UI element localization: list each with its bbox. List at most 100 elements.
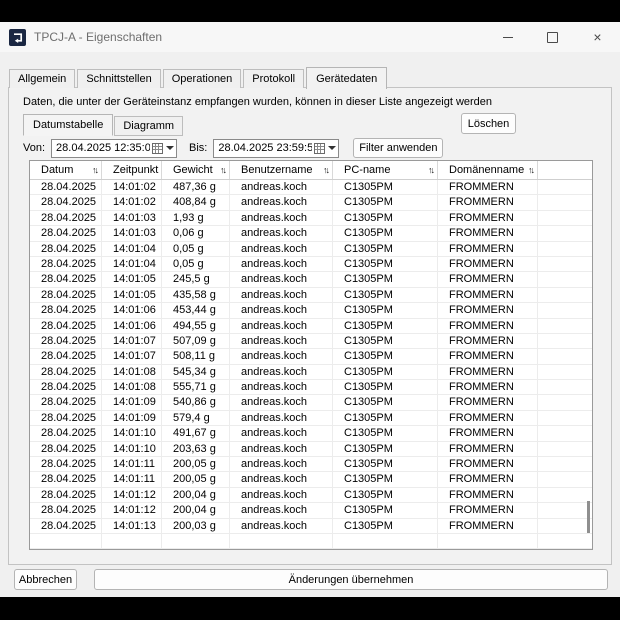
table-cell: 200,05 g <box>162 457 230 472</box>
table-row[interactable]: 28.04.202514:01:02408,84 gandreas.kochC1… <box>30 195 592 210</box>
von-label: Von: <box>23 142 45 154</box>
table-row[interactable]: 28.04.202514:01:040,05 gandreas.kochC130… <box>30 242 592 257</box>
table-cell: 28.04.2025 <box>30 349 102 364</box>
apply-changes-button[interactable]: Änderungen übernehmen <box>94 569 608 590</box>
table-cell <box>538 380 592 395</box>
sort-icon[interactable]: ↑↓ <box>92 165 97 175</box>
tab-geraetedaten[interactable]: Gerätedaten <box>306 67 387 89</box>
maximize-button[interactable] <box>530 22 575 52</box>
table-cell: andreas.koch <box>230 519 333 534</box>
column-header-zeitpunkt[interactable]: Zeitpunkt ↑↓ <box>102 161 162 179</box>
table-row[interactable]: 28.04.202514:01:13200,03 gandreas.kochC1… <box>30 519 592 534</box>
table-row[interactable]: 28.04.202514:01:06494,55 gandreas.kochC1… <box>30 319 592 334</box>
table-cell: FROMMERN <box>438 519 538 534</box>
table-cell: FROMMERN <box>438 380 538 395</box>
table-cell <box>538 426 592 441</box>
tab-allgemein[interactable]: Allgemein <box>9 69 75 88</box>
table-cell: 14:01:07 <box>102 334 162 349</box>
table-cell: 0,06 g <box>162 226 230 241</box>
table-cell <box>538 472 592 487</box>
table-cell: FROMMERN <box>438 442 538 457</box>
tab-protokoll[interactable]: Protokoll <box>243 69 304 88</box>
table-cell: 508,11 g <box>162 349 230 364</box>
subtab-diagramm[interactable]: Diagramm <box>114 116 183 136</box>
table-cell <box>538 303 592 318</box>
table-row[interactable] <box>30 534 592 549</box>
minimize-button[interactable] <box>485 22 530 52</box>
table-row[interactable]: 28.04.202514:01:07507,09 gandreas.kochC1… <box>30 334 592 349</box>
table-cell: FROMMERN <box>438 272 538 287</box>
close-button[interactable]: × <box>575 22 620 52</box>
apply-filter-button[interactable]: Filter anwenden <box>353 138 443 158</box>
table-row[interactable]: 28.04.202514:01:12200,04 gandreas.kochC1… <box>30 503 592 518</box>
table-row[interactable]: 28.04.202514:01:040,05 gandreas.kochC130… <box>30 257 592 272</box>
table-cell <box>538 503 592 518</box>
bis-date-input[interactable] <box>214 142 312 154</box>
sort-icon[interactable]: ↑↓ <box>428 165 433 175</box>
table-cell: FROMMERN <box>438 426 538 441</box>
table-row[interactable]: 28.04.202514:01:031,93 gandreas.kochC130… <box>30 211 592 226</box>
vertical-scrollbar-thumb[interactable] <box>587 501 590 533</box>
table-cell: C1305PM <box>333 211 438 226</box>
table-cell: andreas.koch <box>230 242 333 257</box>
column-header-domaenenname[interactable]: Domänenname ↑↓ <box>438 161 538 179</box>
table-cell <box>538 334 592 349</box>
table-cell <box>538 534 592 549</box>
table-cell: 200,03 g <box>162 519 230 534</box>
table-cell: 14:01:11 <box>102 457 162 472</box>
table-cell: C1305PM <box>333 257 438 272</box>
table-row[interactable]: 28.04.202514:01:02487,36 gandreas.kochC1… <box>30 180 592 195</box>
bis-calendar-dropdown[interactable] <box>312 140 338 157</box>
column-header-datum[interactable]: Datum ↑↓ <box>30 161 102 179</box>
table-cell <box>162 534 230 549</box>
table-row[interactable]: 28.04.202514:01:08555,71 gandreas.kochC1… <box>30 380 592 395</box>
table-cell: 579,4 g <box>162 411 230 426</box>
table-row[interactable]: 28.04.202514:01:09579,4 gandreas.kochC13… <box>30 411 592 426</box>
table-row[interactable]: 28.04.202514:01:05435,58 gandreas.kochC1… <box>30 288 592 303</box>
table-row[interactable]: 28.04.202514:01:10203,63 gandreas.kochC1… <box>30 442 592 457</box>
column-header-pc-name[interactable]: PC-name ↑↓ <box>333 161 438 179</box>
table-cell: C1305PM <box>333 180 438 195</box>
sort-icon[interactable]: ↑↓ <box>323 165 328 175</box>
table-cell: C1305PM <box>333 349 438 364</box>
table-cell: 14:01:02 <box>102 180 162 195</box>
table-cell: 0,05 g <box>162 257 230 272</box>
table-cell: FROMMERN <box>438 226 538 241</box>
column-header-benutzername[interactable]: Benutzername ↑↓ <box>230 161 333 179</box>
delete-button[interactable]: Löschen <box>461 113 516 134</box>
sort-icon[interactable]: ↑↓ <box>528 165 533 175</box>
table-cell: FROMMERN <box>438 488 538 503</box>
von-date-input[interactable] <box>52 142 150 154</box>
table-cell: 28.04.2025 <box>30 426 102 441</box>
table-row[interactable]: 28.04.202514:01:10491,67 gandreas.kochC1… <box>30 426 592 441</box>
table-cell: 28.04.2025 <box>30 411 102 426</box>
table-row[interactable]: 28.04.202514:01:11200,05 gandreas.kochC1… <box>30 472 592 487</box>
table-row[interactable]: 28.04.202514:01:07508,11 gandreas.kochC1… <box>30 349 592 364</box>
bis-label: Bis: <box>189 142 207 154</box>
column-label: Datum <box>41 164 73 176</box>
table-cell: C1305PM <box>333 411 438 426</box>
table-cell: 28.04.2025 <box>30 303 102 318</box>
table-row[interactable]: 28.04.202514:01:05245,5 gandreas.kochC13… <box>30 272 592 287</box>
table-cell: 28.04.2025 <box>30 195 102 210</box>
table-row[interactable]: 28.04.202514:01:11200,05 gandreas.kochC1… <box>30 457 592 472</box>
chevron-down-icon <box>328 146 336 150</box>
close-icon: × <box>593 30 601 44</box>
table-row[interactable]: 28.04.202514:01:12200,04 gandreas.kochC1… <box>30 488 592 503</box>
table-row[interactable]: 28.04.202514:01:030,06 gandreas.kochC130… <box>30 226 592 241</box>
table-cell: FROMMERN <box>438 349 538 364</box>
table-row[interactable]: 28.04.202514:01:08545,34 gandreas.kochC1… <box>30 365 592 380</box>
table-cell: andreas.koch <box>230 457 333 472</box>
sort-icon[interactable]: ↑↓ <box>220 165 225 175</box>
cancel-button[interactable]: Abbrechen <box>14 569 77 590</box>
table-row[interactable]: 28.04.202514:01:06453,44 gandreas.kochC1… <box>30 303 592 318</box>
table-cell: 28.04.2025 <box>30 257 102 272</box>
subtab-datumstabelle[interactable]: Datumstabelle <box>23 114 113 136</box>
table-cell: FROMMERN <box>438 242 538 257</box>
column-header-gewicht[interactable]: Gewicht ↑↓ <box>162 161 230 179</box>
window-title: TPCJ-A - Eigenschaften <box>34 30 162 44</box>
von-calendar-dropdown[interactable] <box>150 140 176 157</box>
table-row[interactable]: 28.04.202514:01:09540,86 gandreas.kochC1… <box>30 395 592 410</box>
tab-schnittstellen[interactable]: Schnittstellen <box>77 69 160 88</box>
tab-operationen[interactable]: Operationen <box>163 69 242 88</box>
